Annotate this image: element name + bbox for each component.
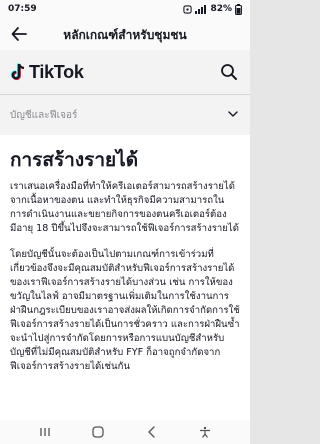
battery-icon xyxy=(235,3,242,15)
article-paragraph: เราเสนอเครื่องมือที่ทำให้ครีเอเตอร์สามาร… xyxy=(10,181,239,234)
system-nav-bar xyxy=(0,420,250,444)
content-area[interactable]: TikTok บัญชีและฟีเจอร์ การสร้างรายได้ เร… xyxy=(0,50,250,420)
status-time: 07:59 xyxy=(8,4,37,14)
app-header: หลักเกณฑ์สำหรับชุมชน xyxy=(0,18,250,50)
chevron-down-icon xyxy=(228,111,238,117)
account-features-dropdown[interactable]: บัญชีและฟีเจอร์ xyxy=(0,95,250,135)
status-bar: 07:59 82% xyxy=(0,0,250,18)
signal-icon xyxy=(195,4,207,14)
accessibility-icon[interactable] xyxy=(198,425,212,439)
status-icons: 82% xyxy=(183,3,242,15)
tiktok-logo-icon xyxy=(10,63,25,81)
article-card: การสร้างรายได้ เราเสนอเครื่องมือที่ทำให้… xyxy=(0,135,250,420)
recents-icon[interactable] xyxy=(38,425,52,439)
back-icon[interactable] xyxy=(145,425,159,439)
brand-name: TikTok xyxy=(29,61,84,82)
notification-icon xyxy=(183,4,193,14)
article-paragraph: โดยบัญชีนั้นจะต้องเป็นไปตามเกณฑ์การเข้าร… xyxy=(10,249,240,372)
home-icon[interactable] xyxy=(91,425,105,439)
battery-level: 82% xyxy=(210,4,232,14)
account-features-label: บัญชีและฟีเจอร์ xyxy=(10,109,78,121)
page-title: หลักเกณฑ์สำหรับชุมชน xyxy=(63,28,187,42)
article-title: การสร้างรายได้ xyxy=(10,149,139,171)
search-icon[interactable] xyxy=(220,63,238,81)
brand-bar: TikTok xyxy=(0,50,250,94)
